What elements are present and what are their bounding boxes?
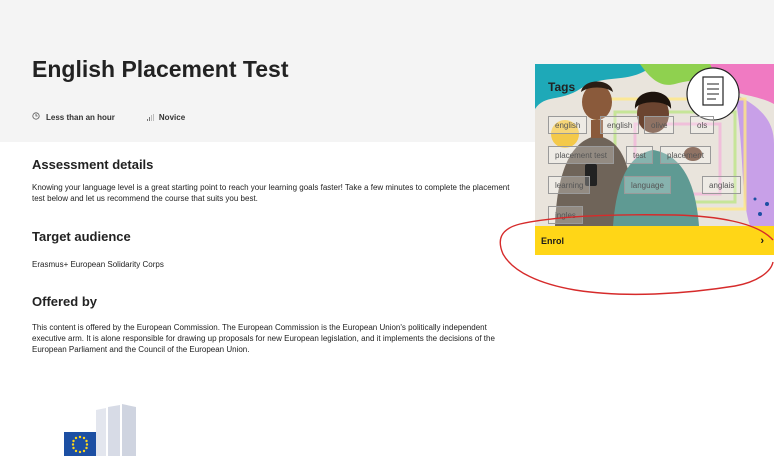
- level-label: Novice: [158, 112, 186, 122]
- audience-text: Erasmus+ European Solidarity Corps: [32, 260, 164, 269]
- chevron-right-icon: ›: [760, 234, 764, 247]
- audience-section: Target audience Erasmus+ European Solida…: [32, 229, 522, 270]
- tag-test[interactable]: test: [626, 146, 653, 164]
- offered-heading: Offered by: [32, 294, 98, 309]
- tag-english[interactable]: english: [548, 116, 588, 134]
- signal-bars-icon: [146, 113, 154, 121]
- tag-olive[interactable]: olive: [644, 116, 675, 134]
- duration-label: Less than an hour: [46, 112, 115, 122]
- tag-english-2[interactable]: english: [600, 116, 640, 134]
- assessment-heading: Assessment details: [32, 157, 154, 172]
- tags-title: Tags: [548, 80, 576, 94]
- european-commission-logo: [64, 404, 136, 456]
- tag-learning[interactable]: learning: [548, 176, 591, 194]
- tag-placement[interactable]: placement: [660, 146, 711, 164]
- clock-icon: [32, 112, 40, 122]
- page-title: English Placement Test: [32, 56, 289, 82]
- enrol-button[interactable]: Enrol ›: [535, 226, 774, 255]
- enrol-label: Enrol: [541, 235, 565, 246]
- tag-placement-test[interactable]: placement test: [548, 146, 615, 164]
- tag-ingles[interactable]: ingles: [548, 206, 583, 224]
- tag-language[interactable]: language: [624, 176, 671, 194]
- audience-heading: Target audience: [32, 229, 131, 244]
- assessment-text: Knowing your language level is a great s…: [32, 183, 510, 203]
- level-item: Novice: [146, 112, 186, 122]
- tag-ols[interactable]: ols: [690, 116, 715, 134]
- duration-item: Less than an hour: [32, 112, 115, 122]
- assessment-section: Assessment details Knowing your language…: [32, 157, 522, 204]
- meta-row: Less than an hour Novice: [32, 112, 217, 122]
- tag-anglais[interactable]: anglais: [702, 176, 742, 194]
- offered-section: Offered by This content is offered by th…: [32, 294, 522, 355]
- offered-text: This content is offered by the European …: [32, 323, 495, 354]
